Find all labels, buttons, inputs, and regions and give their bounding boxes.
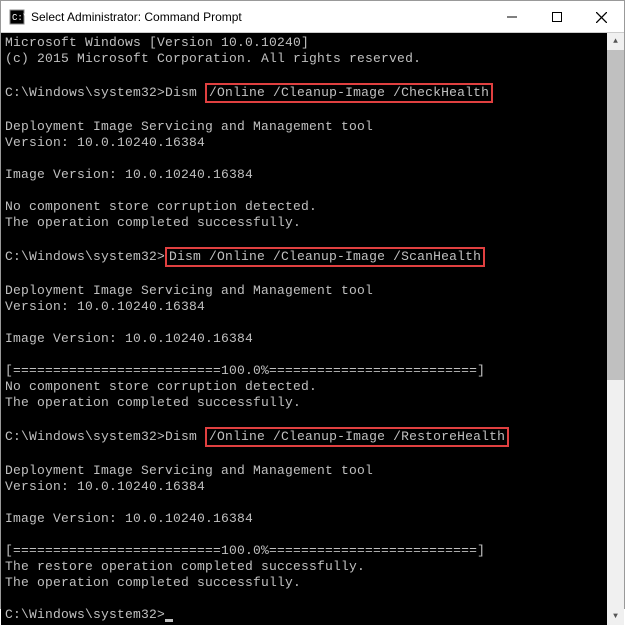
prompt-text: C:\Windows\system32> [5,607,165,622]
svg-text:C:\: C:\ [12,13,25,23]
command-prompt-window: C:\ Select Administrator: Command Prompt… [0,0,625,609]
output-line: Image Version: 10.0.10240.16384 [5,511,603,527]
cursor [165,619,173,622]
window-title: Select Administrator: Command Prompt [31,10,489,24]
output-line: Deployment Image Servicing and Managemen… [5,119,603,135]
cmd-icon: C:\ [9,9,25,25]
highlighted-command: /Online /Cleanup-Image /CheckHealth [205,83,493,103]
terminal-area: Microsoft Windows [Version 10.0.10240](c… [1,33,624,625]
titlebar[interactable]: C:\ Select Administrator: Command Prompt [1,1,624,33]
output-line: Image Version: 10.0.10240.16384 [5,331,603,347]
output-line: Microsoft Windows [Version 10.0.10240] [5,35,603,51]
vertical-scrollbar[interactable]: ▲ ▼ [607,33,624,625]
prompt-text: C:\Windows\system32> [5,249,165,264]
output-line: Version: 10.0.10240.16384 [5,135,603,151]
prompt-text: C:\Windows\system32>Dism [5,429,205,444]
minimize-button[interactable] [489,1,534,33]
output-line: No component store corruption detected. [5,379,603,395]
highlighted-command: /Online /Cleanup-Image /RestoreHealth [205,427,509,447]
output-line: The operation completed successfully. [5,215,603,231]
scroll-thumb[interactable] [607,50,624,380]
scroll-up-button[interactable]: ▲ [607,33,624,50]
scroll-down-button[interactable]: ▼ [607,608,624,625]
output-line: [==========================100.0%=======… [5,363,603,379]
output-line: Image Version: 10.0.10240.16384 [5,167,603,183]
close-button[interactable] [579,1,624,33]
output-line: Version: 10.0.10240.16384 [5,479,603,495]
maximize-button[interactable] [534,1,579,33]
window-controls [489,1,624,32]
output-line: The operation completed successfully. [5,575,603,591]
prompt-text: C:\Windows\system32>Dism [5,85,205,100]
output-line: (c) 2015 Microsoft Corporation. All righ… [5,51,603,67]
terminal-output[interactable]: Microsoft Windows [Version 10.0.10240](c… [1,33,607,625]
output-line: Version: 10.0.10240.16384 [5,299,603,315]
output-line: The restore operation completed successf… [5,559,603,575]
output-line: [==========================100.0%=======… [5,543,603,559]
output-line: The operation completed successfully. [5,395,603,411]
output-line: Deployment Image Servicing and Managemen… [5,463,603,479]
output-line: Deployment Image Servicing and Managemen… [5,283,603,299]
output-line: No component store corruption detected. [5,199,603,215]
highlighted-command: Dism /Online /Cleanup-Image /ScanHealth [165,247,485,267]
